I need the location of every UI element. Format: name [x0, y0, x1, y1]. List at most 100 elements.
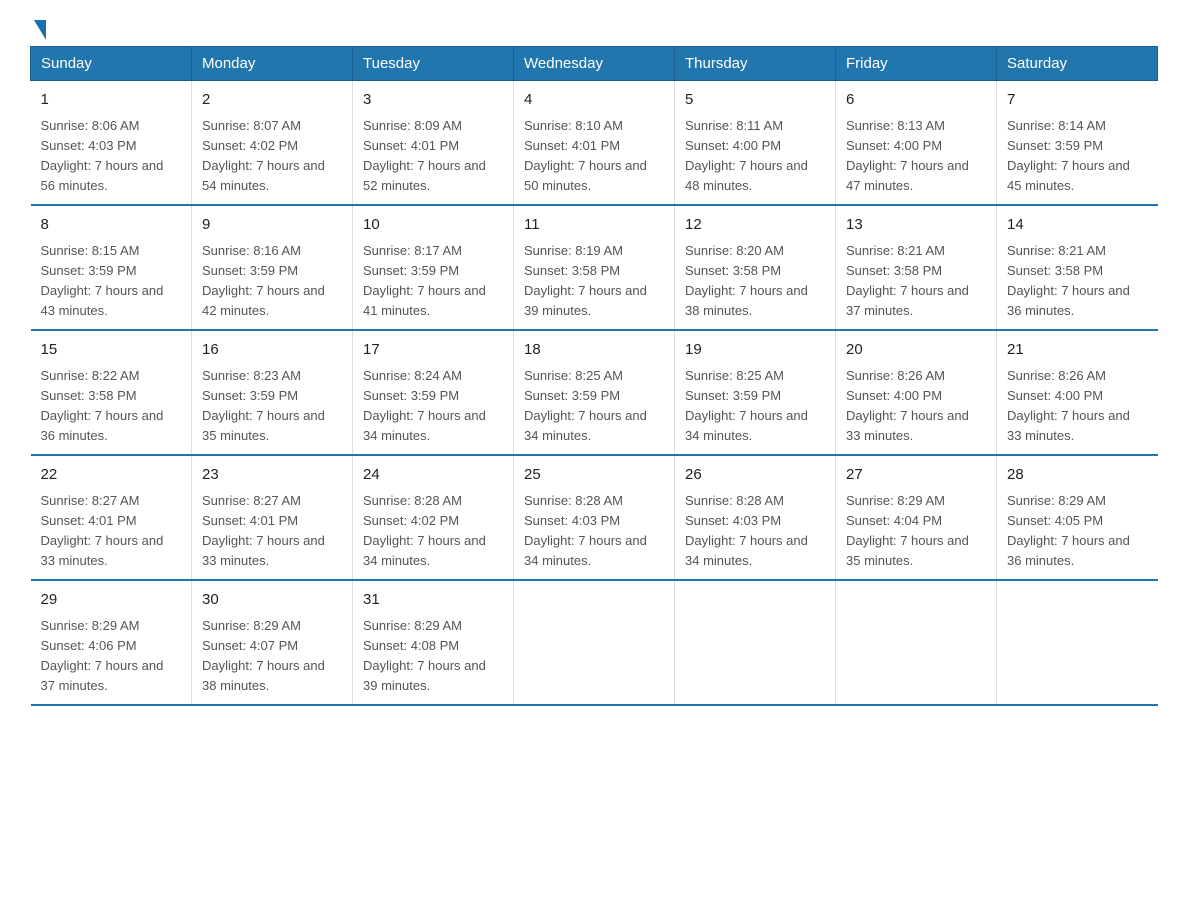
day-info: Sunrise: 8:21 AMSunset: 3:58 PMDaylight:… — [846, 243, 969, 318]
day-info: Sunrise: 8:25 AMSunset: 3:59 PMDaylight:… — [524, 368, 647, 443]
day-info: Sunrise: 8:06 AMSunset: 4:03 PMDaylight:… — [41, 118, 164, 193]
calendar-day-cell: 24 Sunrise: 8:28 AMSunset: 4:02 PMDaylig… — [353, 455, 514, 580]
calendar-day-cell: 16 Sunrise: 8:23 AMSunset: 3:59 PMDaylig… — [192, 330, 353, 455]
day-number: 28 — [1007, 464, 1148, 487]
day-number: 9 — [202, 214, 342, 237]
calendar-header-saturday: Saturday — [997, 47, 1158, 81]
day-info: Sunrise: 8:29 AMSunset: 4:06 PMDaylight:… — [41, 618, 164, 693]
calendar-day-cell: 6 Sunrise: 8:13 AMSunset: 4:00 PMDayligh… — [836, 81, 997, 206]
day-number: 6 — [846, 89, 986, 112]
day-number: 2 — [202, 89, 342, 112]
logo — [30, 20, 46, 36]
calendar-header-friday: Friday — [836, 47, 997, 81]
calendar-day-cell: 4 Sunrise: 8:10 AMSunset: 4:01 PMDayligh… — [514, 81, 675, 206]
calendar-table: SundayMondayTuesdayWednesdayThursdayFrid… — [30, 46, 1158, 706]
day-info: Sunrise: 8:29 AMSunset: 4:07 PMDaylight:… — [202, 618, 325, 693]
day-info: Sunrise: 8:09 AMSunset: 4:01 PMDaylight:… — [363, 118, 486, 193]
calendar-day-cell: 9 Sunrise: 8:16 AMSunset: 3:59 PMDayligh… — [192, 205, 353, 330]
day-info: Sunrise: 8:29 AMSunset: 4:08 PMDaylight:… — [363, 618, 486, 693]
day-info: Sunrise: 8:16 AMSunset: 3:59 PMDaylight:… — [202, 243, 325, 318]
calendar-day-cell: 30 Sunrise: 8:29 AMSunset: 4:07 PMDaylig… — [192, 580, 353, 705]
calendar-week-row: 22 Sunrise: 8:27 AMSunset: 4:01 PMDaylig… — [31, 455, 1158, 580]
day-number: 10 — [363, 214, 503, 237]
calendar-day-cell: 18 Sunrise: 8:25 AMSunset: 3:59 PMDaylig… — [514, 330, 675, 455]
day-number: 16 — [202, 339, 342, 362]
day-info: Sunrise: 8:28 AMSunset: 4:03 PMDaylight:… — [524, 493, 647, 568]
calendar-day-cell: 23 Sunrise: 8:27 AMSunset: 4:01 PMDaylig… — [192, 455, 353, 580]
calendar-day-cell — [514, 580, 675, 705]
day-number: 19 — [685, 339, 825, 362]
day-info: Sunrise: 8:11 AMSunset: 4:00 PMDaylight:… — [685, 118, 808, 193]
day-info: Sunrise: 8:17 AMSunset: 3:59 PMDaylight:… — [363, 243, 486, 318]
day-number: 5 — [685, 89, 825, 112]
day-info: Sunrise: 8:25 AMSunset: 3:59 PMDaylight:… — [685, 368, 808, 443]
day-number: 23 — [202, 464, 342, 487]
calendar-day-cell: 5 Sunrise: 8:11 AMSunset: 4:00 PMDayligh… — [675, 81, 836, 206]
calendar-day-cell: 26 Sunrise: 8:28 AMSunset: 4:03 PMDaylig… — [675, 455, 836, 580]
day-info: Sunrise: 8:14 AMSunset: 3:59 PMDaylight:… — [1007, 118, 1130, 193]
calendar-day-cell: 31 Sunrise: 8:29 AMSunset: 4:08 PMDaylig… — [353, 580, 514, 705]
day-info: Sunrise: 8:22 AMSunset: 3:58 PMDaylight:… — [41, 368, 164, 443]
calendar-week-row: 1 Sunrise: 8:06 AMSunset: 4:03 PMDayligh… — [31, 81, 1158, 206]
calendar-day-cell: 25 Sunrise: 8:28 AMSunset: 4:03 PMDaylig… — [514, 455, 675, 580]
day-number: 22 — [41, 464, 182, 487]
day-info: Sunrise: 8:28 AMSunset: 4:03 PMDaylight:… — [685, 493, 808, 568]
calendar-day-cell: 14 Sunrise: 8:21 AMSunset: 3:58 PMDaylig… — [997, 205, 1158, 330]
calendar-day-cell — [997, 580, 1158, 705]
day-info: Sunrise: 8:27 AMSunset: 4:01 PMDaylight:… — [202, 493, 325, 568]
calendar-header-row: SundayMondayTuesdayWednesdayThursdayFrid… — [31, 47, 1158, 81]
calendar-header-tuesday: Tuesday — [353, 47, 514, 81]
day-number: 20 — [846, 339, 986, 362]
day-number: 27 — [846, 464, 986, 487]
day-info: Sunrise: 8:26 AMSunset: 4:00 PMDaylight:… — [1007, 368, 1130, 443]
day-info: Sunrise: 8:26 AMSunset: 4:00 PMDaylight:… — [846, 368, 969, 443]
calendar-header-thursday: Thursday — [675, 47, 836, 81]
day-number: 18 — [524, 339, 664, 362]
calendar-day-cell: 10 Sunrise: 8:17 AMSunset: 3:59 PMDaylig… — [353, 205, 514, 330]
calendar-day-cell — [675, 580, 836, 705]
day-number: 12 — [685, 214, 825, 237]
calendar-week-row: 8 Sunrise: 8:15 AMSunset: 3:59 PMDayligh… — [31, 205, 1158, 330]
calendar-day-cell: 27 Sunrise: 8:29 AMSunset: 4:04 PMDaylig… — [836, 455, 997, 580]
day-info: Sunrise: 8:13 AMSunset: 4:00 PMDaylight:… — [846, 118, 969, 193]
calendar-day-cell: 21 Sunrise: 8:26 AMSunset: 4:00 PMDaylig… — [997, 330, 1158, 455]
day-number: 30 — [202, 589, 342, 612]
page-header — [30, 20, 1158, 36]
calendar-day-cell: 28 Sunrise: 8:29 AMSunset: 4:05 PMDaylig… — [997, 455, 1158, 580]
calendar-day-cell: 12 Sunrise: 8:20 AMSunset: 3:58 PMDaylig… — [675, 205, 836, 330]
calendar-day-cell: 13 Sunrise: 8:21 AMSunset: 3:58 PMDaylig… — [836, 205, 997, 330]
calendar-day-cell: 3 Sunrise: 8:09 AMSunset: 4:01 PMDayligh… — [353, 81, 514, 206]
calendar-day-cell: 29 Sunrise: 8:29 AMSunset: 4:06 PMDaylig… — [31, 580, 192, 705]
calendar-day-cell: 22 Sunrise: 8:27 AMSunset: 4:01 PMDaylig… — [31, 455, 192, 580]
day-info: Sunrise: 8:15 AMSunset: 3:59 PMDaylight:… — [41, 243, 164, 318]
day-number: 17 — [363, 339, 503, 362]
day-info: Sunrise: 8:20 AMSunset: 3:58 PMDaylight:… — [685, 243, 808, 318]
day-number: 26 — [685, 464, 825, 487]
day-number: 3 — [363, 89, 503, 112]
day-info: Sunrise: 8:24 AMSunset: 3:59 PMDaylight:… — [363, 368, 486, 443]
day-info: Sunrise: 8:21 AMSunset: 3:58 PMDaylight:… — [1007, 243, 1130, 318]
calendar-day-cell: 11 Sunrise: 8:19 AMSunset: 3:58 PMDaylig… — [514, 205, 675, 330]
day-number: 1 — [41, 89, 182, 112]
day-info: Sunrise: 8:29 AMSunset: 4:04 PMDaylight:… — [846, 493, 969, 568]
day-number: 4 — [524, 89, 664, 112]
calendar-day-cell: 2 Sunrise: 8:07 AMSunset: 4:02 PMDayligh… — [192, 81, 353, 206]
calendar-day-cell: 8 Sunrise: 8:15 AMSunset: 3:59 PMDayligh… — [31, 205, 192, 330]
day-info: Sunrise: 8:10 AMSunset: 4:01 PMDaylight:… — [524, 118, 647, 193]
day-number: 25 — [524, 464, 664, 487]
day-number: 7 — [1007, 89, 1148, 112]
day-info: Sunrise: 8:27 AMSunset: 4:01 PMDaylight:… — [41, 493, 164, 568]
day-number: 11 — [524, 214, 664, 237]
day-number: 14 — [1007, 214, 1148, 237]
day-number: 15 — [41, 339, 182, 362]
day-number: 24 — [363, 464, 503, 487]
day-info: Sunrise: 8:07 AMSunset: 4:02 PMDaylight:… — [202, 118, 325, 193]
day-number: 31 — [363, 589, 503, 612]
calendar-day-cell: 17 Sunrise: 8:24 AMSunset: 3:59 PMDaylig… — [353, 330, 514, 455]
day-info: Sunrise: 8:19 AMSunset: 3:58 PMDaylight:… — [524, 243, 647, 318]
calendar-day-cell — [836, 580, 997, 705]
day-number: 8 — [41, 214, 182, 237]
calendar-day-cell: 19 Sunrise: 8:25 AMSunset: 3:59 PMDaylig… — [675, 330, 836, 455]
calendar-header-sunday: Sunday — [31, 47, 192, 81]
day-number: 21 — [1007, 339, 1148, 362]
